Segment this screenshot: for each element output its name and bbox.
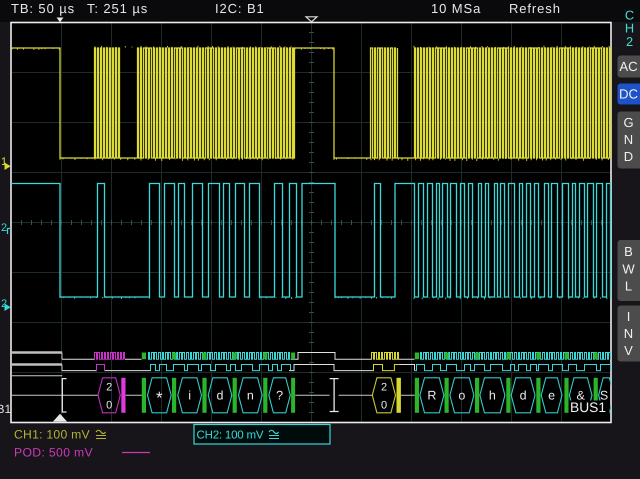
svg-text:B1: B1	[0, 402, 12, 416]
svg-text:I2C: B1: I2C: B1	[215, 1, 265, 16]
svg-text:n: n	[247, 389, 254, 403]
svg-text:10 MSa: 10 MSa	[431, 1, 481, 16]
svg-text:L: L	[625, 279, 632, 294]
svg-text:CH1: 100 mV: CH1: 100 mV	[14, 428, 91, 442]
svg-text:d: d	[520, 389, 527, 403]
svg-text:AC: AC	[619, 59, 638, 74]
svg-text:I: I	[627, 309, 631, 324]
svg-text:N: N	[624, 132, 633, 147]
svg-text:2: 2	[626, 34, 633, 49]
svg-text:h: h	[489, 389, 496, 403]
svg-text:R: R	[427, 389, 436, 403]
svg-text:2: 2	[106, 382, 112, 394]
svg-text:TB: 50 µs: TB: 50 µs	[11, 1, 75, 16]
svg-text:D: D	[624, 149, 633, 164]
svg-text:0: 0	[106, 400, 112, 412]
svg-text:DC: DC	[619, 87, 639, 102]
svg-text:W: W	[622, 262, 635, 277]
svg-text:V: V	[624, 343, 633, 358]
svg-text:*: *	[156, 389, 163, 408]
svg-text:2: 2	[381, 382, 387, 394]
svg-text:o: o	[458, 389, 465, 403]
svg-text:0: 0	[381, 400, 387, 412]
svg-text:N: N	[624, 326, 633, 341]
svg-text:2: 2	[1, 222, 7, 234]
svg-text:Refresh: Refresh	[509, 1, 561, 16]
svg-text:BUS1: BUS1	[570, 400, 606, 415]
svg-text:i: i	[188, 389, 191, 403]
svg-text:T: 251 µs: T: 251 µs	[87, 1, 148, 16]
svg-text:d: d	[217, 389, 224, 403]
svg-text:e: e	[548, 389, 555, 403]
svg-text:CH2: 100 mV: CH2: 100 mV	[197, 430, 264, 442]
svg-text:?: ?	[276, 389, 283, 403]
svg-text:B: B	[624, 244, 633, 259]
svg-text:POD: 500 mV: POD: 500 mV	[14, 446, 94, 460]
svg-text:G: G	[623, 115, 633, 130]
